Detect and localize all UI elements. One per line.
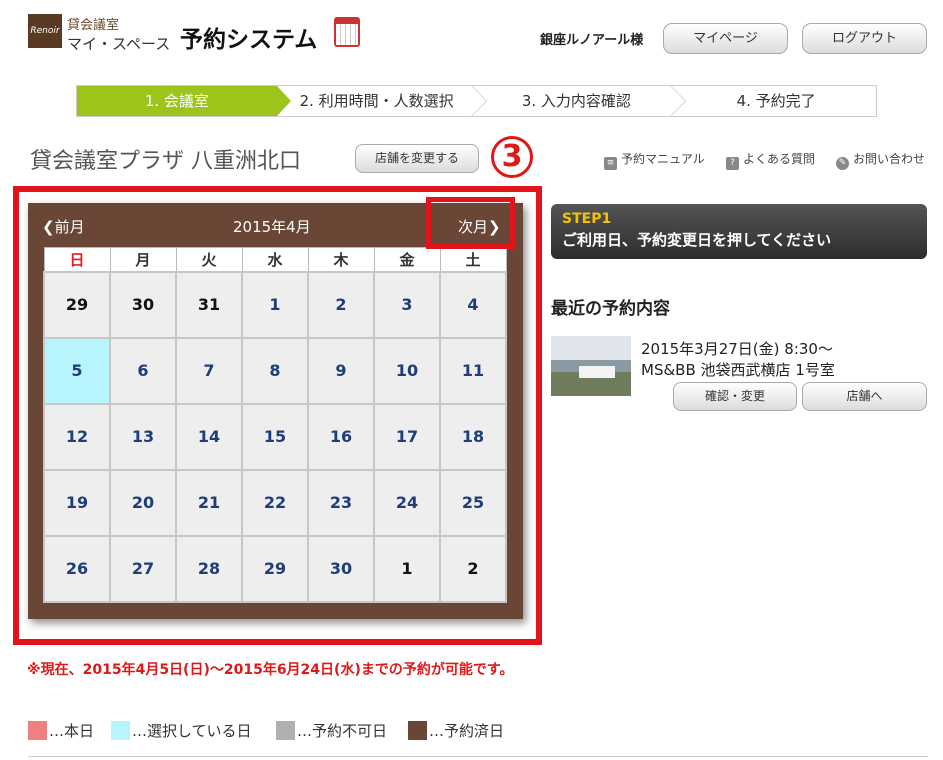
legend-selected: …選択している日	[111, 720, 252, 741]
legend-today: …本日	[28, 720, 94, 741]
store-name: 貸会議室プラザ 八重洲北口	[30, 149, 301, 174]
legend-swatch	[276, 721, 295, 740]
step-banner-text: ご利用日、予約変更日を押してください	[562, 231, 832, 249]
confirm-change-button[interactable]: 確認・変更	[673, 382, 797, 411]
step-banner-label: STEP1	[562, 211, 612, 227]
annotation-number-marker: 3	[487, 135, 537, 178]
legend-swatch	[408, 721, 427, 740]
next-month-highlight-box	[426, 197, 515, 249]
legend-booked: …予約済日	[408, 720, 504, 741]
change-store-button[interactable]: 店舗を変更する	[355, 144, 479, 173]
faq-link[interactable]: ? よくある質問	[726, 150, 815, 170]
logo-service-name: マイ・スペース	[67, 35, 171, 53]
room-thumbnail	[551, 336, 631, 396]
mypage-button[interactable]: マイページ	[663, 23, 788, 54]
logout-button[interactable]: ログアウト	[802, 23, 927, 54]
step-progress: 1. 会議室 2. 利用時間・人数選択 3. 入力内容確認 4. 予約完了	[76, 85, 877, 117]
calendar-highlight-box	[13, 186, 542, 645]
calendar-icon	[334, 17, 360, 47]
legend-swatch	[28, 721, 47, 740]
availability-notice: ※現在、2015年4月5日(日)～2015年6月24日(水)までの予約が可能です…	[27, 662, 514, 678]
renoir-logo[interactable]: Renoir	[28, 14, 62, 48]
step-banner: STEP1 ご利用日、予約変更日を押してください	[551, 204, 927, 259]
user-name: 銀座ルノアール様	[540, 33, 644, 48]
legend-swatch	[111, 721, 130, 740]
manual-link[interactable]: ≡ 予約マニュアル	[604, 150, 705, 170]
contact-link[interactable]: ✎ お問い合わせ	[836, 150, 925, 170]
step-2: 2. 利用時間・人数選択	[277, 85, 487, 117]
recent-reservations-title: 最近の予約内容	[551, 299, 670, 319]
step-3: 3. 入力内容確認	[477, 85, 687, 117]
page-title: 予約システム	[180, 27, 318, 53]
logo-subtitle: 貸会議室	[67, 18, 120, 33]
legend-unavailable: …予約不可日	[276, 720, 387, 741]
go-to-store-button[interactable]: 店舗へ	[802, 382, 927, 411]
divider	[28, 756, 928, 757]
mail-icon: ✎	[836, 157, 849, 170]
reservation-datetime: 2015年3月27日(金) 8:30～	[641, 340, 833, 358]
step-1: 1. 会議室	[77, 86, 291, 116]
manual-icon: ≡	[604, 157, 617, 170]
step-4: 4. 予約完了	[736, 92, 816, 110]
question-icon: ?	[726, 157, 739, 170]
reservation-room: MS&BB 池袋西武横店 1号室	[641, 361, 835, 379]
